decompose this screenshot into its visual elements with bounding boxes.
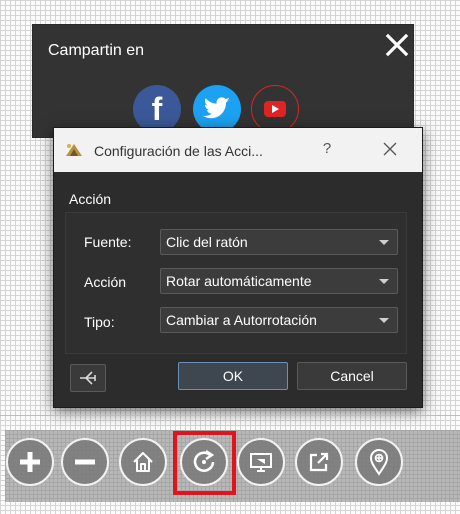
action-group: Fuente: Clic del ratón Acción Rotar auto… <box>65 212 407 354</box>
action-label: Acción <box>84 274 127 290</box>
action-value: Rotar automáticamente <box>166 273 312 289</box>
rotate-icon <box>193 450 215 472</box>
share-panel: Campartin en f <box>33 25 413 137</box>
source-dropdown[interactable]: Clic del ratón <box>160 229 398 255</box>
plus-icon <box>20 452 40 472</box>
chevron-down-icon <box>379 240 389 245</box>
youtube-icon[interactable] <box>251 85 299 133</box>
ok-button[interactable]: OK <box>178 362 288 390</box>
help-button[interactable]: ? <box>317 140 337 160</box>
dialog-titlebar: Configuración de las Acci... ? <box>54 128 422 172</box>
app-icon <box>66 144 82 156</box>
zoom-out-button[interactable] <box>61 438 109 486</box>
facebook-glyph: f <box>151 90 163 127</box>
chevron-down-icon <box>379 279 389 284</box>
autorotate-button[interactable] <box>180 438 228 486</box>
guide-line <box>0 415 460 416</box>
twitter-icon[interactable] <box>193 85 241 133</box>
connect-button[interactable] <box>70 364 106 392</box>
external-link-icon <box>309 452 329 472</box>
close-icon[interactable] <box>379 138 401 160</box>
fullscreen-button[interactable] <box>237 438 285 486</box>
dialog-title: Configuración de las Acci... <box>94 143 263 159</box>
facebook-icon[interactable]: f <box>133 85 181 133</box>
twitter-bird-icon <box>203 97 230 119</box>
type-label: Tipo: <box>84 314 115 330</box>
source-value: Clic del ratón <box>166 234 248 250</box>
source-label: Fuente: <box>84 234 132 250</box>
close-icon[interactable] <box>385 33 409 57</box>
share-nodes-icon <box>80 371 96 385</box>
open-external-button[interactable] <box>295 438 343 486</box>
location-button[interactable] <box>355 438 403 486</box>
chevron-down-icon <box>379 318 389 323</box>
youtube-play-icon <box>264 101 286 117</box>
cancel-button[interactable]: Cancel <box>297 362 407 390</box>
home-icon <box>133 452 153 472</box>
home-button[interactable] <box>119 438 167 486</box>
group-label: Acción <box>69 191 112 207</box>
zoom-in-button[interactable] <box>6 438 54 486</box>
map-pin-icon <box>369 449 389 476</box>
type-value: Cambiar a Autorrotación <box>166 312 317 328</box>
action-settings-dialog: Configuración de las Acci... ? Acción Fu… <box>53 127 423 408</box>
screen-icon <box>250 453 272 472</box>
action-dropdown[interactable]: Rotar automáticamente <box>160 268 398 294</box>
minus-icon <box>75 459 95 465</box>
share-title: Campartin en <box>48 42 145 59</box>
type-dropdown[interactable]: Cambiar a Autorrotación <box>160 307 398 333</box>
